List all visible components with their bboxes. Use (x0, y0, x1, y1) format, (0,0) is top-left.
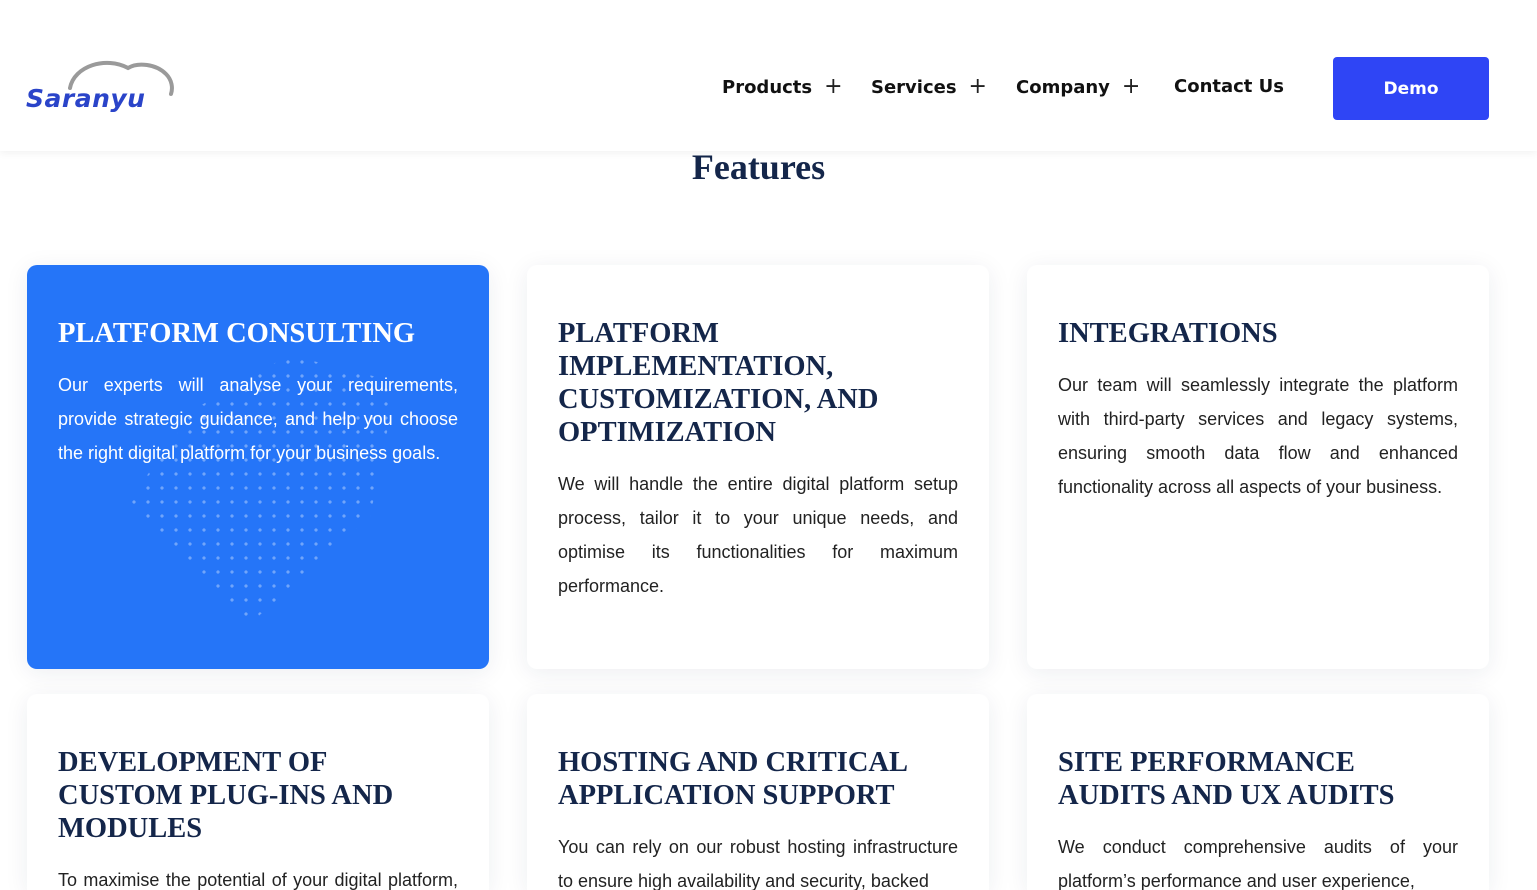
nav-item-label: Company (1016, 76, 1110, 98)
feature-card-title: DEVELOPMENT OF CUSTOM PLUG-INS AND MODUL… (58, 747, 394, 844)
feature-card-text: Our experts will analyse your requiremen… (58, 375, 458, 463)
nav-item-services[interactable]: Services + (871, 76, 987, 98)
plus-icon: + (1121, 74, 1141, 99)
nav-item-label: Services (871, 76, 957, 98)
nav-item-products[interactable]: Products + (722, 76, 843, 98)
feature-card-integrations[interactable]: INTEGRATIONS Our team will seamlessly in… (1027, 265, 1489, 669)
feature-card-platform-implementation[interactable]: PLATFORM IMPLEMENTATION, CUSTOMIZATION, … (527, 265, 989, 669)
page-title: Features (691, 147, 826, 187)
feature-card-platform-consulting[interactable]: PLATFORM CONSULTING Our experts will ana… (27, 265, 489, 669)
logo-wordmark: Saranyu (26, 84, 146, 113)
feature-card-performance-audits[interactable]: SITE PERFORMANCE AUDITS AND UX AUDITS We… (1027, 694, 1489, 890)
nav-item-contact-us[interactable]: Contact Us (1174, 76, 1284, 97)
saranyu-logo[interactable]: Saranyu (26, 58, 176, 118)
feature-card-title: INTEGRATIONS (1058, 318, 1278, 349)
feature-card-text: You can rely on our robust hosting infra… (558, 837, 958, 890)
feature-card-title: HOSTING AND CRITICAL APPLICATION SUPPORT (558, 747, 907, 811)
nav-item-company[interactable]: Company + (1016, 76, 1140, 98)
feature-card-custom-plugins[interactable]: DEVELOPMENT OF CUSTOM PLUG-INS AND MODUL… (27, 694, 489, 890)
demo-button[interactable]: Demo (1333, 57, 1489, 120)
plus-icon: + (968, 74, 987, 99)
feature-card-text: To maximise the potential of your digita… (58, 870, 458, 890)
plus-icon: + (824, 74, 843, 99)
site-header: Saranyu Products + Services + Company + … (0, 0, 1537, 151)
feature-card-title: SITE PERFORMANCE AUDITS AND UX AUDITS (1058, 747, 1395, 811)
feature-card-text: Our team will seamlessly integrate the p… (1058, 375, 1458, 497)
nav-item-label: Products (722, 76, 813, 98)
feature-card-title: PLATFORM CONSULTING (58, 318, 416, 349)
feature-card-text: We conduct comprehensive audits of your … (1058, 837, 1458, 890)
feature-card-hosting-support[interactable]: HOSTING AND CRITICAL APPLICATION SUPPORT… (527, 694, 989, 890)
feature-card-title: PLATFORM IMPLEMENTATION, CUSTOMIZATION, … (558, 318, 879, 448)
nav-item-label: Contact Us (1174, 76, 1285, 97)
feature-card-text: We will handle the entire digital platfo… (558, 474, 958, 596)
